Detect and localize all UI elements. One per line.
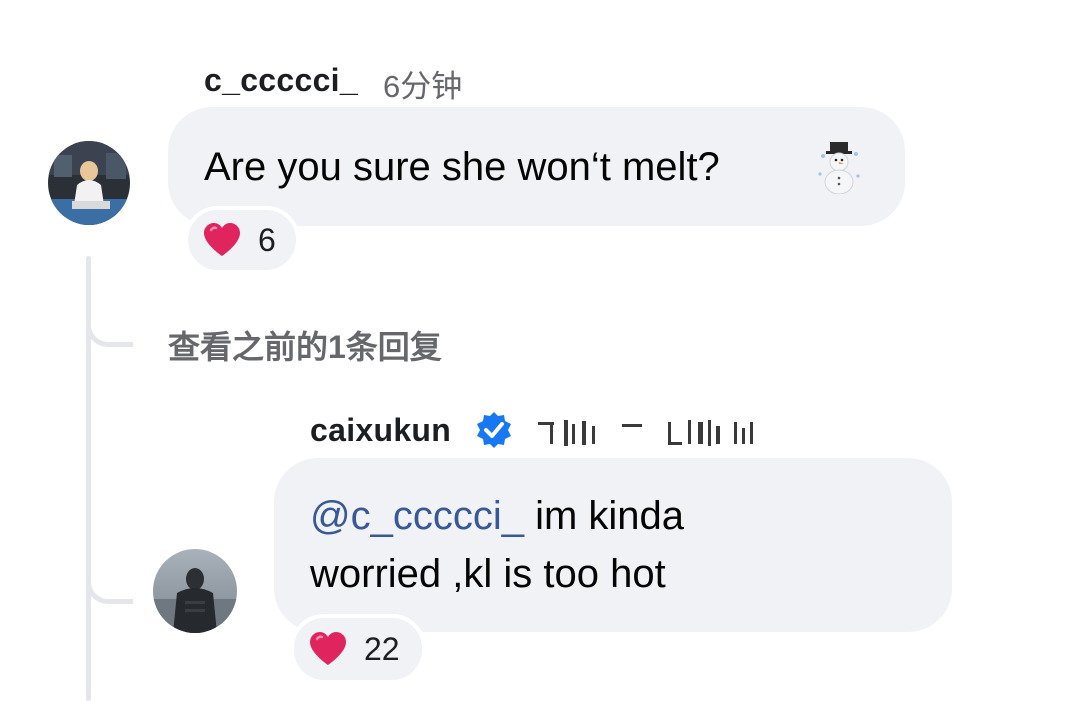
reply-reaction-count: 22 — [364, 630, 400, 667]
comment-reaction-count: 6 — [258, 221, 276, 258]
reply-mention-link[interactable]: @c_ccccci_ — [310, 494, 524, 538]
reply-text-line1-container: @c_ccccci_ im kinda — [310, 487, 684, 545]
heart-icon — [204, 223, 240, 256]
thread-branch-view-previous — [86, 318, 133, 347]
reply-text-line1: im kinda — [523, 494, 685, 538]
comment-reaction[interactable]: 6 — [184, 206, 300, 274]
thread-branch-reply — [86, 575, 133, 604]
avatar-commenter[interactable] — [48, 141, 130, 225]
reply-bubble[interactable]: @c_ccccci_ im kinda worried ,kl is too h… — [274, 458, 952, 632]
reply-reaction[interactable]: 22 — [290, 614, 426, 684]
snowman-icon — [816, 140, 862, 199]
view-previous-replies-link[interactable]: 查看之前的1条回复 — [168, 322, 442, 368]
heart-icon — [310, 632, 346, 665]
reply-text-line2: worried ,kl is too hot — [310, 552, 666, 596]
comment-username[interactable]: c_ccccci_ — [204, 62, 358, 99]
avatar-replier[interactable] — [153, 549, 237, 633]
obscured-timestamp-text — [538, 418, 766, 448]
verified-badge-icon — [477, 412, 511, 448]
comment-text: Are you sure she won‘t melt? — [204, 145, 720, 189]
comment-timestamp: 6分钟 — [383, 69, 463, 104]
reply-username[interactable]: caixukun — [310, 412, 451, 449]
